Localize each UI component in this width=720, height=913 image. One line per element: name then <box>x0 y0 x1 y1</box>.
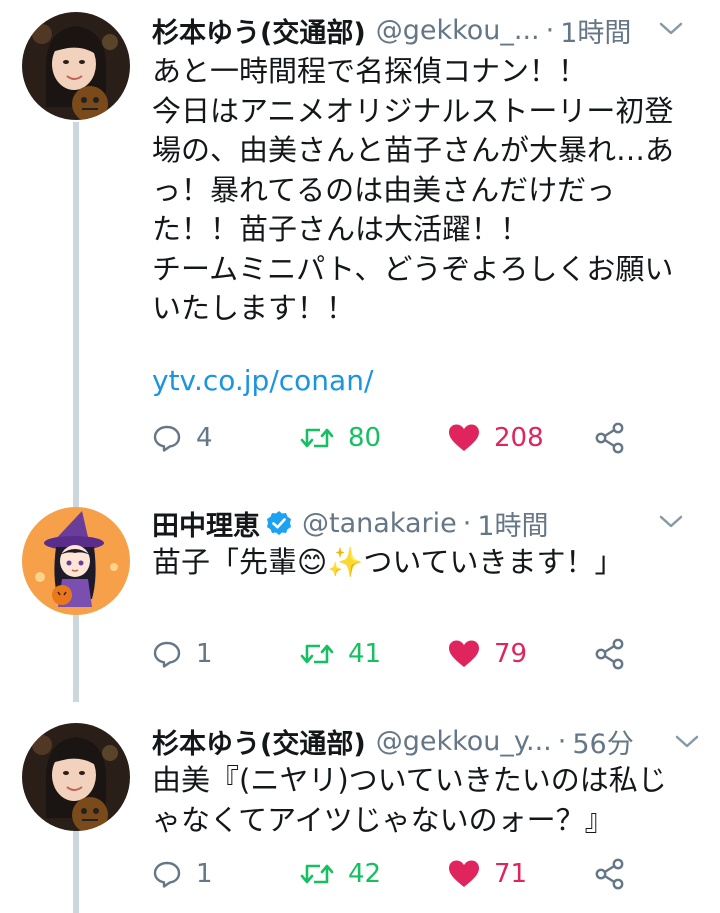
retweet-icon <box>300 644 334 664</box>
avatar[interactable] <box>22 723 130 831</box>
reply-button[interactable]: 4 <box>152 418 213 458</box>
retweet-count: 41 <box>348 639 382 669</box>
tweet-text-line: ゃなくてアイツじゃないのォー？』 <box>152 802 614 837</box>
user-handle[interactable]: @tanakarie <box>302 508 457 539</box>
tweet-text-line: た！！苗子さんは大活躍！！ <box>152 212 530 246</box>
tweet[interactable]: 杉本ゆう(交通部) @gekkou_... · 1時間 あと一時間程で名探偵コナ… <box>0 0 720 480</box>
display-name[interactable]: 田中理恵 <box>152 504 260 543</box>
heart-icon <box>449 860 479 887</box>
timestamp[interactable]: 56分 <box>572 722 633 761</box>
tweet-header: 杉本ゆう(交通部) @gekkou_y... · 56分 <box>152 721 700 761</box>
reply-button[interactable]: 1 <box>152 854 213 894</box>
timestamp[interactable]: 1時間 <box>477 504 548 543</box>
avatar-photo-icon <box>22 723 130 831</box>
tweet-text: 由美『(ニヤリ)ついていきたいのは私じ ゃなくてアイツじゃないのォー？』 <box>152 761 700 840</box>
separator-dot: · <box>545 14 555 46</box>
tweet-text-line: いたします！！ <box>152 291 356 325</box>
tweet-header: 田中理恵 @tanakarie · 1時間 <box>152 503 700 543</box>
reply-count: 1 <box>196 639 213 669</box>
retweet-icon <box>300 864 334 884</box>
tweet-text-line: チームミニパト、どうぞよろしくお願い <box>152 251 674 286</box>
heart-icon <box>449 640 479 667</box>
tweet-text: 苗子「先輩😊✨ついていきます！」 <box>152 543 700 583</box>
tweet-link[interactable]: ytv.co.jp/conan/ <box>152 364 373 397</box>
avatar[interactable] <box>22 507 130 615</box>
tweet-text-line: 今日はアニメオリジナルストーリー初登 <box>152 93 674 128</box>
retweet-button[interactable]: 42 <box>300 854 381 894</box>
display-name[interactable]: 杉本ゆう(交通部) <box>152 11 366 50</box>
timestamp[interactable]: 1時間 <box>560 11 631 50</box>
user-handle[interactable]: @gekkou_y... <box>376 726 552 757</box>
like-button[interactable]: 79 <box>448 634 527 674</box>
tweet-text-line: 場の、由美さんと苗子さんが大暴れ…あ <box>152 133 675 167</box>
tweet[interactable]: 田中理恵 @tanakarie · 1時間 苗子「先輩😊✨ついていきます！」 1 <box>0 497 720 697</box>
share-icon <box>595 858 624 890</box>
tweet[interactable]: 杉本ゆう(交通部) @gekkou_y... · 56分 由美『(ニヤリ)ついて… <box>0 713 720 913</box>
reply-icon <box>153 861 181 888</box>
heart-icon <box>449 424 479 451</box>
like-count: 79 <box>494 639 528 669</box>
share-button[interactable] <box>594 634 626 674</box>
share-icon <box>595 638 624 670</box>
avatar-witch-illustration-icon <box>22 507 130 615</box>
tweet-text-line: あと一時間程で名探偵コナン！！ <box>152 54 588 88</box>
tweet-header: 杉本ゆう(交通部) @gekkou_... · 1時間 <box>152 10 700 50</box>
reply-count: 4 <box>196 423 213 453</box>
user-handle[interactable]: @gekkou_... <box>376 15 540 46</box>
share-button[interactable] <box>594 854 626 894</box>
chevron-down-icon[interactable] <box>658 18 684 40</box>
avatar-photo-icon <box>22 12 130 120</box>
tweet-text-line: 由美『(ニヤリ)ついていきたいのは私じ <box>152 763 667 797</box>
share-icon <box>595 422 624 454</box>
like-button[interactable]: 208 <box>448 418 544 458</box>
retweet-count: 42 <box>348 859 382 889</box>
separator-dot: · <box>557 725 567 757</box>
chevron-down-icon[interactable] <box>658 511 684 533</box>
chevron-down-icon[interactable] <box>674 731 700 753</box>
reply-count: 1 <box>196 859 213 889</box>
share-button[interactable] <box>594 418 626 458</box>
avatar[interactable] <box>22 12 130 120</box>
retweet-button[interactable]: 41 <box>300 634 381 674</box>
like-button[interactable]: 71 <box>448 854 527 894</box>
tweet-text-line: 苗子「先輩😊✨ついていきます！」 <box>152 545 624 579</box>
tweet-actions: 1 41 79 <box>152 634 720 674</box>
tweet-text: あと一時間程で名探偵コナン！！ 今日はアニメオリジナルストーリー初登 場の、由美… <box>152 52 700 329</box>
tweet-text-line: っ！暴れてるのは由美さんだけだっ <box>152 172 616 207</box>
like-count: 71 <box>494 859 528 889</box>
verified-badge-icon <box>267 511 291 535</box>
tweet-actions: 4 80 208 <box>152 418 720 458</box>
retweet-count: 80 <box>348 423 382 453</box>
reply-icon <box>153 641 181 668</box>
retweet-icon <box>300 428 334 448</box>
retweet-button[interactable]: 80 <box>300 418 381 458</box>
separator-dot: · <box>462 507 472 539</box>
tweet-actions: 1 42 71 <box>152 854 720 894</box>
like-count: 208 <box>494 423 544 453</box>
reply-button[interactable]: 1 <box>152 634 213 674</box>
reply-icon <box>153 425 181 452</box>
display-name[interactable]: 杉本ゆう(交通部) <box>152 722 366 761</box>
